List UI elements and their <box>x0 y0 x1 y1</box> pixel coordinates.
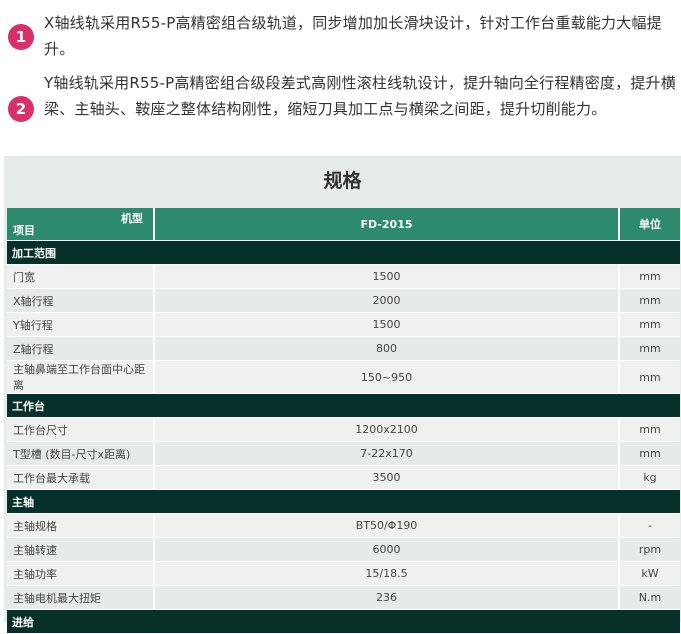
number-badge: 2 <box>8 96 34 122</box>
row-unit-cell: rpm <box>619 537 680 562</box>
table-row: X轴行程 2000 mm <box>7 288 680 313</box>
row-unit-cell: mm <box>619 336 680 361</box>
spec-table: 机型 项目 FD-2015 单位 加工范围 门宽 1500 mm X轴行程 2000 mm Y… <box>7 208 680 634</box>
row-item-cell: Z轴行程 <box>7 336 155 361</box>
feature-text: Y轴线轨采用R55-P高精密组合级段差式高刚性滚柱线轨设计，提升轴向全行程精密度… <box>44 74 676 118</box>
row-value-cell: BT50/Φ190 <box>154 513 620 538</box>
section-name: 加工范围 <box>7 240 680 265</box>
row-unit-cell: mm <box>619 441 680 466</box>
row-value-cell: 7-22x170 <box>154 441 620 466</box>
row-item-cell: 工作台最大承载 <box>7 465 155 490</box>
row-value-cell: 6000 <box>154 537 620 562</box>
table-row: 主轴功率 15/18.5 kW <box>7 561 680 586</box>
row-unit-cell: kW <box>619 561 680 586</box>
row-value-cell: 1500 <box>154 312 620 337</box>
table-row: Y轴行程 1500 mm <box>7 312 680 337</box>
row-item-cell: Y轴行程 <box>7 312 155 337</box>
table-row: 主轴电机最大扭矩 236 N.m <box>7 585 680 610</box>
row-item-cell: 门宽 <box>7 264 155 289</box>
table-row: 主轴鼻端至工作台面中心距离 150~950 mm <box>7 360 680 394</box>
table-row: 主轴规格 BT50/Φ190- <box>7 513 680 538</box>
spec-panel: 规格 机型 项目 FD-2015 单位 加工范围 门宽 1500 mm X轴行程 2000… <box>4 156 681 634</box>
table-row: Z轴行程 800 mm <box>7 336 680 361</box>
row-unit-cell: mm <box>619 417 680 442</box>
table-row: 工作台尺寸 1200x2100 mm <box>7 417 680 442</box>
row-value-cell: 3500 <box>154 465 620 490</box>
section-header-row: 加工范围 <box>7 240 680 265</box>
section-name: 工作台 <box>7 393 680 418</box>
header-model-label: 机型 <box>121 212 143 225</box>
row-unit-cell: kg <box>619 465 680 490</box>
table-row: 门宽 1500 mm <box>7 264 680 289</box>
section-name: 主轴 <box>7 489 680 514</box>
header-corner-cell: 机型 项目 <box>7 208 155 241</box>
row-unit-cell: mm <box>619 264 680 289</box>
row-item-cell: 工作台尺寸 <box>7 417 155 442</box>
row-unit-cell: - <box>619 513 680 538</box>
spec-title: 规格 <box>323 170 362 192</box>
table-row: 工作台最大承载 3500 kg <box>7 465 680 490</box>
row-value-cell: 1200x2100 <box>154 417 620 442</box>
row-unit-cell: mm <box>619 360 680 394</box>
table-header: 机型 项目 FD-2015 单位 <box>7 208 680 241</box>
row-unit-cell: mm <box>619 288 680 313</box>
header-model-value: FD-2015 <box>154 208 620 241</box>
row-item-cell: 主轴电机最大扭矩 <box>7 585 155 610</box>
row-value-cell: 800 <box>154 336 620 361</box>
row-item-cell: 主轴转速 <box>7 537 155 562</box>
row-value-cell: 236 <box>154 585 620 610</box>
row-unit-cell: N.m <box>619 585 680 610</box>
row-item-cell: X轴行程 <box>7 288 155 313</box>
row-value-cell: 1500 <box>154 264 620 289</box>
table-row: T型槽 (数目-尺寸x距离) 7-22x170 mm <box>7 441 680 466</box>
row-item-cell: T型槽 (数目-尺寸x距离) <box>7 441 155 466</box>
header-unit-label: 单位 <box>619 208 680 241</box>
row-item-cell: 主轴功率 <box>7 561 155 586</box>
header-item-label: 项目 <box>13 224 35 237</box>
row-value-cell: 15/18.5 <box>154 561 620 586</box>
row-unit-cell: mm <box>619 312 680 337</box>
row-value-cell: 2000 <box>154 288 620 313</box>
row-value-cell: 150~950 <box>154 360 620 394</box>
section-header-row: 工作台 <box>7 393 680 418</box>
table-row: 主轴转速 6000 rpm <box>7 537 680 562</box>
section-header-row: 主轴 <box>7 489 680 514</box>
feature-text: X轴线轨采用R55-P高精密组合级轨道，同步增加加长滑块设计，针对工作台重载能力… <box>44 14 662 58</box>
number-badge: 1 <box>8 24 34 50</box>
row-item-cell: 主轴鼻端至工作台面中心距离 <box>7 360 155 394</box>
row-item-cell: 主轴规格 <box>7 513 155 538</box>
